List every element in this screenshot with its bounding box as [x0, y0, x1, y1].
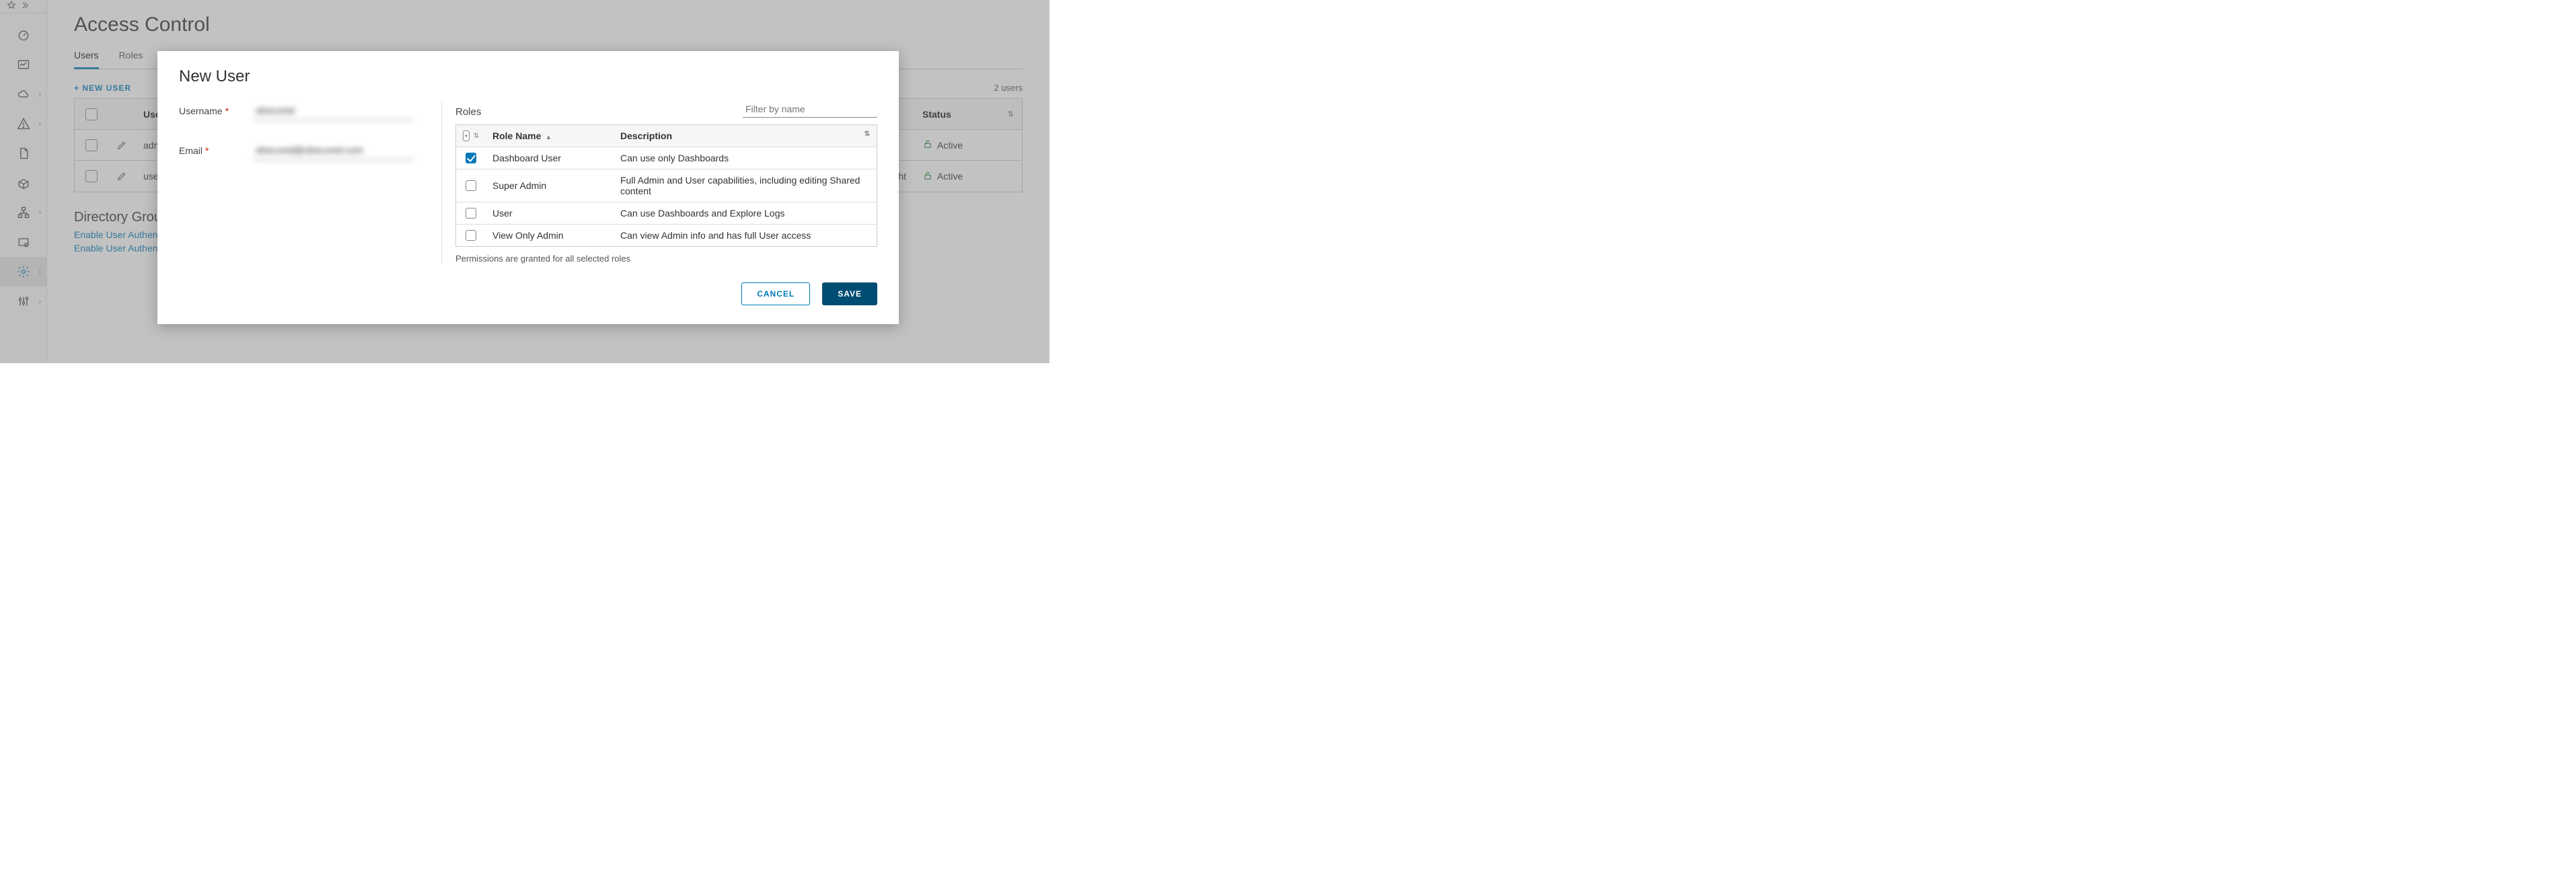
- save-button[interactable]: SAVE: [822, 282, 877, 305]
- col-role-desc[interactable]: Description: [620, 130, 672, 141]
- role-desc: Can view Admin info and has full User ac…: [614, 225, 877, 246]
- required-star: *: [225, 106, 229, 116]
- col-role-name[interactable]: Role Name: [492, 130, 541, 141]
- role-checkbox[interactable]: [466, 208, 476, 219]
- role-name: User: [486, 202, 614, 224]
- modal-footer: CANCEL SAVE: [179, 282, 877, 305]
- email-label: Email: [179, 145, 203, 156]
- role-desc: Full Admin and User capabilities, includ…: [614, 169, 877, 202]
- new-user-modal: New User Username* Email* Roles ⇅ Role N…: [157, 51, 899, 324]
- role-row: Super Admin Full Admin and User capabili…: [456, 169, 877, 202]
- vertical-divider: [441, 101, 442, 264]
- roles-label: Roles: [455, 106, 481, 118]
- modal-title: New User: [179, 67, 877, 86]
- select-all-roles-checkbox[interactable]: [463, 130, 470, 141]
- required-star: *: [205, 145, 209, 156]
- sort-icon[interactable]: ⇅: [864, 130, 870, 138]
- permissions-note: Permissions are granted for all selected…: [455, 254, 877, 264]
- role-desc: Can use only Dashboards: [614, 147, 877, 169]
- email-input[interactable]: [253, 141, 414, 160]
- roles-table-header: ⇅ Role Name ▲ Description ⇅: [456, 125, 877, 147]
- role-checkbox[interactable]: [466, 230, 476, 241]
- role-name: Dashboard User: [486, 147, 614, 169]
- role-row: View Only Admin Can view Admin info and …: [456, 225, 877, 246]
- role-checkbox[interactable]: [466, 180, 476, 191]
- role-checkbox[interactable]: [466, 153, 476, 163]
- role-row: Dashboard User Can use only Dashboards: [456, 147, 877, 169]
- role-name: Super Admin: [486, 175, 614, 196]
- sort-icon[interactable]: ⇅: [474, 132, 479, 140]
- role-row: User Can use Dashboards and Explore Logs: [456, 202, 877, 225]
- form-column: Username* Email*: [179, 101, 428, 264]
- username-label: Username: [179, 106, 223, 116]
- role-name: View Only Admin: [486, 225, 614, 246]
- roles-filter-input[interactable]: [743, 101, 877, 118]
- cancel-button[interactable]: CANCEL: [741, 282, 810, 305]
- roles-column: Roles ⇅ Role Name ▲ Description ⇅ Dashboar…: [455, 101, 877, 264]
- role-desc: Can use Dashboards and Explore Logs: [614, 202, 877, 224]
- roles-table: ⇅ Role Name ▲ Description ⇅ Dashboard User…: [455, 124, 877, 247]
- sort-asc-icon[interactable]: ▲: [545, 134, 552, 141]
- username-input[interactable]: [253, 101, 414, 120]
